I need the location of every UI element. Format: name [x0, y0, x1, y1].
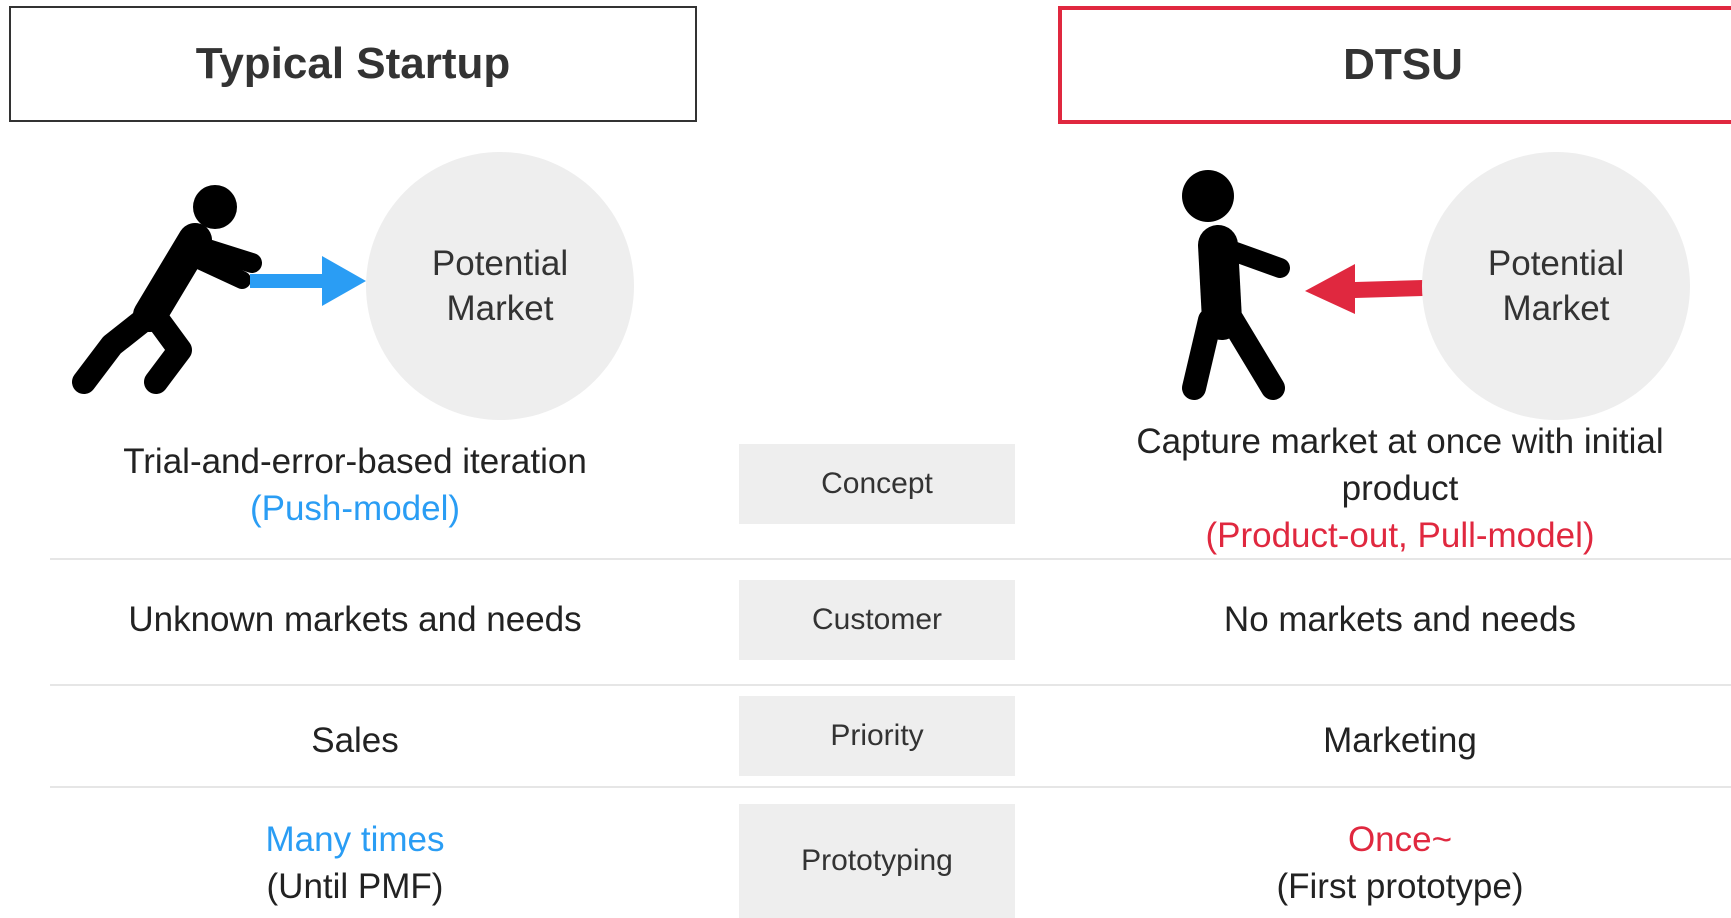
typical-startup-header-label: Typical Startup — [195, 39, 511, 88]
prototyping-right-line-1: Once~ — [1347, 820, 1453, 859]
category-label: Prototyping — [801, 844, 953, 877]
potential-market-circle-right: Potential Market — [1422, 152, 1690, 420]
person-pulling-icon — [1182, 170, 1290, 400]
customer-left-text: Unknown markets and needs — [40, 596, 670, 643]
category-prototyping: Prototyping — [739, 804, 1015, 918]
row-divider — [50, 684, 1731, 686]
circle-line-2: Market — [1502, 289, 1610, 328]
arrow-left-icon — [1305, 264, 1423, 314]
person-pushing-icon — [72, 185, 262, 394]
priority-left-line-1: Sales — [311, 721, 399, 760]
category-concept: Concept — [739, 444, 1015, 524]
priority-left-text: Sales — [40, 717, 670, 764]
category-priority: Priority — [739, 696, 1015, 776]
priority-right-line-1: Marketing — [1323, 721, 1477, 760]
category-label: Customer — [811, 603, 943, 636]
dtsu-header: DTSU — [1058, 6, 1731, 124]
concept-left-line-1: Trial-and-error-based iteration — [123, 442, 587, 481]
dtsu-header-label: DTSU — [1343, 40, 1463, 89]
prototyping-right-line-2: (First prototype) — [1276, 867, 1524, 906]
circle-line-2: Market — [446, 289, 554, 328]
circle-line-1: Potential — [431, 244, 569, 283]
prototyping-left-line-2: (Until PMF) — [266, 867, 444, 906]
priority-right-text: Marketing — [1090, 717, 1710, 764]
row-divider — [50, 558, 1731, 560]
category-label: Priority — [830, 719, 924, 752]
typical-startup-header: Typical Startup — [9, 6, 697, 122]
concept-left-text: Trial-and-error-based iteration (Push-mo… — [40, 438, 670, 532]
concept-right-line-3: (Product-out, Pull-model) — [1205, 516, 1595, 555]
customer-right-text: No markets and needs — [1090, 596, 1710, 643]
potential-market-circle-left: Potential Market — [366, 152, 634, 420]
circle-line-1: Potential — [1487, 244, 1625, 283]
concept-right-line-1: Capture market at once with initial — [1136, 422, 1664, 461]
prototyping-left-line-1: Many times — [265, 820, 445, 859]
prototyping-right-text: Once~ (First prototype) — [1090, 816, 1710, 910]
customer-right-line-1: No markets and needs — [1223, 600, 1577, 639]
concept-right-text: Capture market at once with initial prod… — [1090, 418, 1710, 559]
concept-right-line-2: product — [1341, 469, 1459, 508]
prototyping-left-text: Many times (Until PMF) — [40, 816, 670, 910]
row-divider — [50, 786, 1731, 788]
concept-left-line-2: (Push-model) — [249, 489, 461, 528]
customer-left-line-1: Unknown markets and needs — [128, 600, 582, 639]
arrow-right-icon — [250, 256, 366, 306]
category-customer: Customer — [739, 580, 1015, 660]
category-label: Concept — [821, 467, 933, 500]
